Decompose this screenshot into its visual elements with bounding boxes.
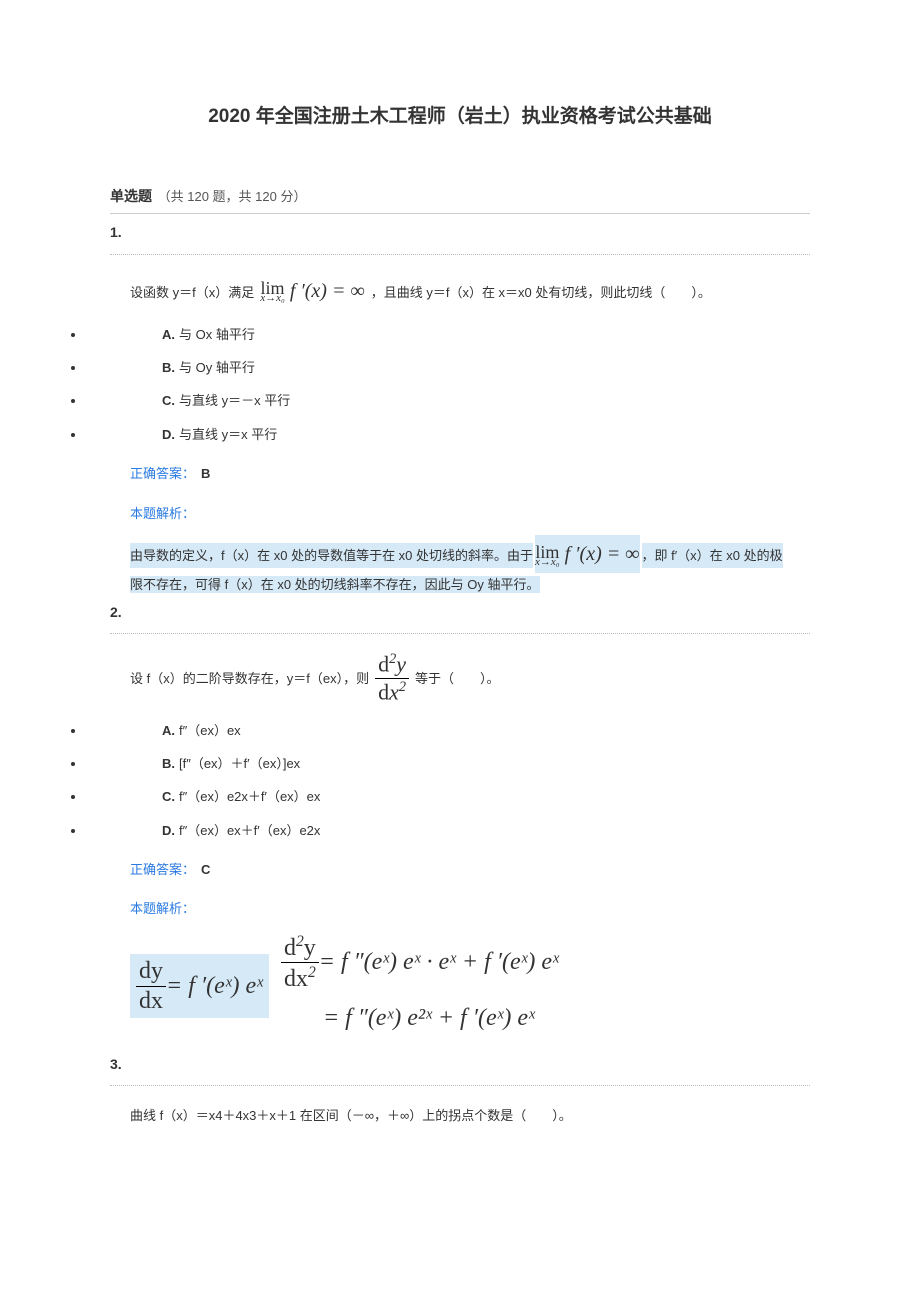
q2-big-formula: dy dx = f ′(eˣ) eˣ d2y dx2 = f ″(eˣ) eˣ … [130, 931, 810, 1042]
q1-limit-formula: lim x→x₀ f ′(x) = ∞ [256, 273, 368, 309]
q2-formula-right: d2y dx2 = f ″(eˣ) eˣ · eˣ + f ′(eˣ) eˣ =… [281, 931, 559, 1042]
divider [110, 1085, 810, 1086]
divider [110, 254, 810, 255]
q1-explain-pre: 由导数的定义，f（x）在 x0 处的导数值等于在 x0 处切线的斜率。由于 [130, 543, 533, 568]
option-b[interactable]: B.[f″（ex）＋f′（ex）]ex [86, 752, 810, 775]
answer-label: 正确答案：C [130, 858, 810, 881]
section-meta: （共 120 题，共 120 分） [158, 189, 307, 204]
option-c[interactable]: C.f″（ex）e2x＋f′（ex）ex [86, 785, 810, 808]
question-body: 设 f（x）的二阶导数存在，y＝f（ex），则 d2y dx2 等于（ ）。 [110, 652, 810, 704]
question-number: 3. [110, 1052, 810, 1077]
q2-pre-text: 设 f（x）的二阶导数存在，y＝f（ex），则 [130, 667, 369, 690]
option-b[interactable]: B.与 Oy 轴平行 [86, 356, 810, 379]
question-number: 1. [110, 220, 810, 245]
divider [110, 633, 810, 634]
option-a[interactable]: A.与 Ox 轴平行 [86, 323, 810, 346]
option-d[interactable]: D.与直线 y＝x 平行 [86, 423, 810, 446]
q1-explain-post: ，即 f′（x）在 x0 处的极 [642, 543, 783, 568]
explain-label: 本题解析： [130, 897, 810, 920]
answer-label: 正确答案：B [130, 462, 810, 485]
option-d[interactable]: D.f″（ex）ex＋f′（ex）e2x [86, 819, 810, 842]
q2-formula-left: dy dx = f ′(eˣ) eˣ [130, 954, 269, 1018]
q1-pre-text: 设函数 y＝f（x）满足 [130, 281, 254, 304]
q1-explanation: 由导数的定义，f（x）在 x0 处的导数值等于在 x0 处切线的斜率。由于 li… [130, 535, 810, 596]
explain-label: 本题解析： [130, 502, 810, 525]
q2-frac-formula: d2y dx2 [371, 652, 413, 704]
section-label: 单选题 [110, 188, 152, 204]
q1-post-text: ，且曲线 y＝f（x）在 x＝x0 处有切线，则此切线（ ）。 [371, 281, 711, 304]
question-body: 曲线 f（x）＝x4＋4x3＋x＋1 在区间（－∞，＋∞）上的拐点个数是（ ）。 [130, 1104, 810, 1127]
page-title: 2020 年全国注册土木工程师（岩土）执业资格考试公共基础 [110, 100, 810, 134]
q2-options: A.f″（ex）ex B.[f″（ex）＋f′（ex）]ex C.f″（ex）e… [86, 719, 810, 843]
q1-explain-line2: 限不存在，可得 f（x）在 x0 处的切线斜率不存在，因此与 Oy 轴平行。 [130, 576, 540, 593]
section-header: 单选题 （共 120 题，共 120 分） [110, 184, 810, 214]
question-number: 2. [110, 600, 810, 625]
q2-post-text: 等于（ ）。 [415, 667, 500, 690]
q1-options: A.与 Ox 轴平行 B.与 Oy 轴平行 C.与直线 y＝－x 平行 D.与直… [86, 323, 810, 447]
option-c[interactable]: C.与直线 y＝－x 平行 [86, 389, 810, 412]
option-a[interactable]: A.f″（ex）ex [86, 719, 810, 742]
question-body: 设函数 y＝f（x）满足 lim x→x₀ f ′(x) = ∞ ，且曲线 y＝… [110, 273, 810, 309]
q1-explain-formula: lim x→x₀ f ′(x) = ∞ [535, 535, 639, 573]
